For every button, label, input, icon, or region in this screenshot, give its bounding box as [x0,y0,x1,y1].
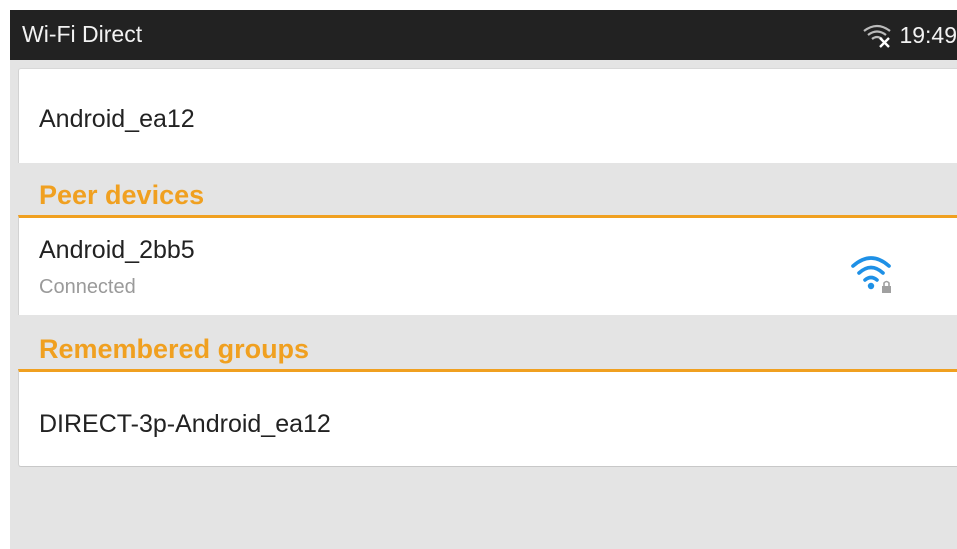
this-device-item[interactable]: Android_ea12 [18,68,957,163]
device-name: Android_ea12 [39,105,195,133]
peer-device-status: Connected [39,276,136,298]
page-title: Wi-Fi Direct [22,21,143,47]
remembered-groups-header: Remembered groups [39,334,310,364]
wifi-off-icon [861,21,893,49]
title-bar: Wi-Fi Direct 19:49 [10,10,957,60]
peer-device-item[interactable]: Android_2bb5 Connected [18,215,957,315]
group-name: DIRECT-3p-Android_ea12 [39,410,331,438]
status-indicators: 19:49 [861,21,957,49]
clock: 19:49 [899,21,957,48]
peer-devices-header: Peer devices [39,180,205,210]
peer-device-name: Android_2bb5 [39,236,195,264]
remembered-group-item[interactable]: DIRECT-3p-Android_ea12 [18,369,957,467]
wifi-direct-screen: Wi-Fi Direct 19:49 Android_ea12 Peer dev… [10,10,957,549]
